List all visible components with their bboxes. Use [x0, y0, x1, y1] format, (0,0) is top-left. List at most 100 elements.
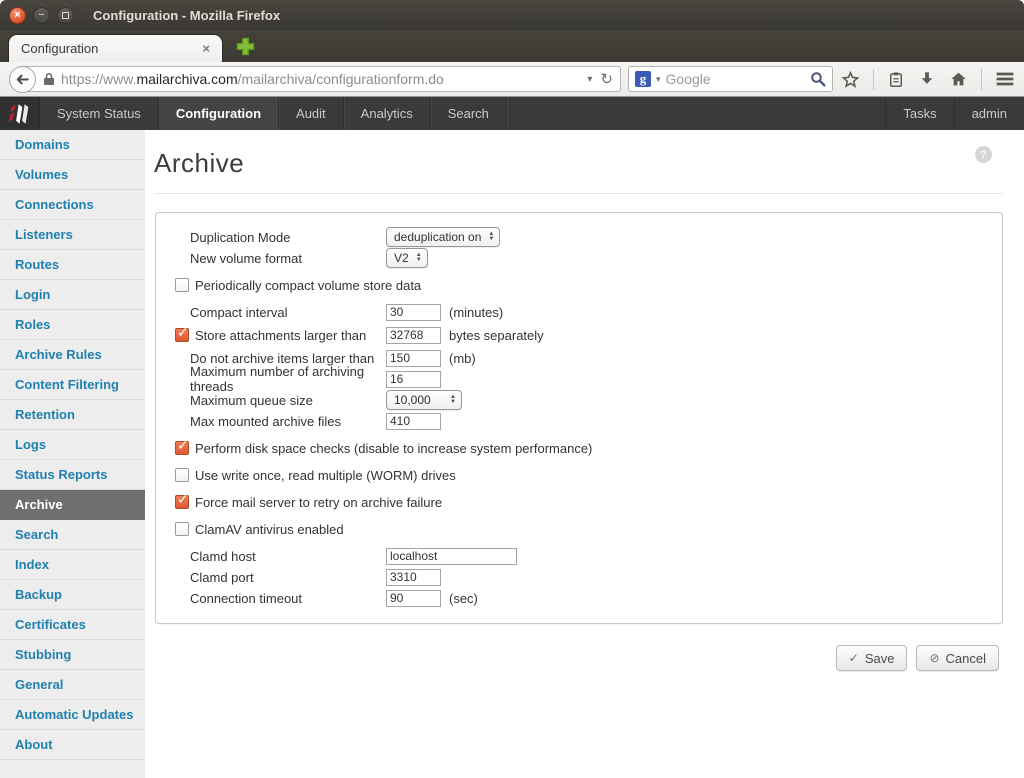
lock-icon — [44, 73, 54, 85]
max-queue-size-spinner[interactable]: 10,000 ▲ ▼ — [386, 390, 462, 410]
sidebar-item-archive[interactable]: Archive — [0, 490, 145, 520]
tab-title: Configuration — [21, 41, 99, 56]
sidebar-item-retention[interactable]: Retention — [0, 400, 145, 430]
form-actions: ✓ Save ⊘ Cancel — [154, 645, 999, 671]
sidebar-item-logs[interactable]: Logs — [0, 430, 145, 460]
nav-item-search[interactable]: Search — [431, 97, 507, 130]
toolbar-divider — [873, 68, 874, 90]
bookmarks-menu-icon[interactable] — [887, 70, 905, 89]
max-item-size-input[interactable] — [386, 349, 441, 367]
form-row-clamav-enabled: ClamAV antivirus enabled — [175, 519, 982, 539]
spin-down-icon[interactable]: ▼ — [416, 257, 422, 263]
spinner-arrows-icon[interactable]: ▲ ▼ — [416, 252, 422, 263]
url-bar[interactable]: https://www. mailarchiva.com/mailarchiva/… — [22, 66, 621, 92]
mailarchiva-logo[interactable] — [0, 97, 40, 130]
retry-on-failure-label: Force mail server to retry on archive fa… — [195, 494, 443, 510]
form-row-retry-on-failure: ✓ Force mail server to retry on archive f… — [175, 491, 982, 512]
home-icon[interactable] — [949, 70, 968, 88]
sidebar-item-domains[interactable]: Domains — [0, 130, 145, 160]
browser-toolbar: https://www. mailarchiva.com/mailarchiva/… — [0, 62, 1024, 97]
help-icon[interactable]: ? — [975, 146, 992, 163]
bookmark-star-icon[interactable] — [841, 70, 860, 89]
cancel-icon: ⊘ — [929, 651, 940, 665]
duplication-mode-value: deduplication on — [394, 230, 482, 244]
connection-timeout-input[interactable] — [386, 589, 441, 607]
sidebar-item-connections[interactable]: Connections — [0, 190, 145, 220]
compact-interval-input[interactable] — [386, 303, 441, 321]
nav-item-audit[interactable]: Audit — [279, 97, 344, 130]
save-button[interactable]: ✓ Save — [835, 645, 908, 671]
sidebar-item-volumes[interactable]: Volumes — [0, 160, 145, 190]
tab-close-icon[interactable]: × — [202, 41, 210, 56]
sidebar-item-backup[interactable]: Backup — [0, 580, 145, 610]
nav-item-configuration[interactable]: Configuration — [158, 97, 280, 130]
nav-item-admin[interactable]: admin — [953, 97, 1024, 130]
nav-item-system-status[interactable]: System Status — [40, 97, 159, 130]
tab-configuration[interactable]: Configuration × — [8, 34, 223, 62]
clamd-port-input[interactable] — [386, 568, 441, 586]
sidebar: Domains Volumes Connections Listeners Routes… — [0, 130, 145, 778]
sidebar-item-automatic-updates[interactable]: Automatic Updates — [0, 700, 145, 730]
new-volume-format-select[interactable]: V2 ▲ ▼ — [386, 248, 428, 268]
window-maximize-button[interactable] — [57, 6, 74, 24]
url-scheme: https://www. — [61, 71, 137, 87]
downloads-icon[interactable] — [918, 70, 936, 88]
app-navigation: System Status Configuration Audit Analytics… — [0, 97, 1024, 130]
sidebar-item-listeners[interactable]: Listeners — [0, 220, 145, 250]
clamd-host-input[interactable] — [386, 547, 517, 565]
sidebar-item-search[interactable]: Search — [0, 520, 145, 550]
sidebar-item-status-reports[interactable]: Status Reports — [0, 460, 145, 490]
worm-drives-checkbox[interactable] — [175, 468, 189, 482]
sidebar-item-about[interactable]: About — [0, 730, 145, 760]
window-titlebar: × − Configuration - Mozilla Firefox — [0, 0, 1024, 30]
sidebar-item-general[interactable]: General — [0, 670, 145, 700]
spin-down-icon[interactable]: ▼ — [450, 399, 456, 405]
disk-space-checks-checkbox[interactable]: ✓ — [175, 437, 189, 455]
search-engine-dropdown-icon[interactable]: ▾ — [656, 74, 661, 85]
reload-icon[interactable]: ↻ — [600, 70, 613, 88]
connection-timeout-suffix: (sec) — [449, 590, 478, 606]
spinner-arrows-icon[interactable]: ▲ ▼ — [450, 394, 456, 405]
sidebar-item-certificates[interactable]: Certificates — [0, 610, 145, 640]
max-mounted-archive-files-label: Max mounted archive files — [190, 413, 342, 429]
sidebar-item-stubbing[interactable]: Stubbing — [0, 640, 145, 670]
sidebar-item-routes[interactable]: Routes — [0, 250, 145, 280]
sidebar-item-archive-rules[interactable]: Archive Rules — [0, 340, 145, 370]
retry-on-failure-checkbox[interactable]: ✓ — [175, 491, 189, 509]
new-volume-format-value: V2 — [394, 251, 409, 265]
clamav-enabled-label: ClamAV antivirus enabled — [195, 521, 344, 537]
menu-hamburger-icon[interactable] — [995, 71, 1015, 87]
store-attachments-larger-checkbox[interactable]: ✓ — [175, 324, 189, 342]
sidebar-item-roles[interactable]: Roles — [0, 310, 145, 340]
spinner-arrows-icon[interactable]: ▲ ▼ — [488, 231, 494, 242]
cancel-button[interactable]: ⊘ Cancel — [916, 645, 999, 671]
form-row-disk-space-checks: ✓ Perform disk space checks (disable to i… — [175, 437, 982, 458]
back-button[interactable] — [9, 65, 36, 93]
search-bar[interactable]: g ▾ Google — [628, 66, 833, 92]
window-minimize-button[interactable]: − — [33, 6, 50, 24]
max-mounted-archive-files-input[interactable] — [386, 412, 441, 430]
url-dropdown-icon[interactable]: ▾ — [587, 74, 592, 85]
toolbar-divider — [981, 68, 982, 90]
spin-down-icon[interactable]: ▼ — [488, 236, 494, 242]
search-input[interactable]: Google — [666, 71, 805, 87]
maximize-icon — [62, 11, 69, 19]
sidebar-item-content-filtering[interactable]: Content Filtering — [0, 370, 145, 400]
back-arrow-icon — [16, 74, 29, 84]
nav-item-tasks[interactable]: Tasks — [885, 97, 953, 130]
store-attachments-larger-input[interactable] — [386, 326, 441, 344]
duplication-mode-select[interactable]: deduplication on ▲ ▼ — [386, 227, 501, 247]
form-row-clamd-port: Clamd port — [175, 567, 982, 587]
max-archiving-threads-input[interactable] — [386, 370, 441, 388]
sidebar-item-login[interactable]: Login — [0, 280, 145, 310]
google-logo-icon[interactable]: g — [635, 71, 651, 87]
nav-item-analytics[interactable]: Analytics — [344, 97, 431, 130]
sidebar-item-index[interactable]: Index — [0, 550, 145, 580]
search-magnifier-icon[interactable] — [810, 71, 826, 87]
connection-timeout-label: Connection timeout — [190, 590, 303, 606]
compact-volume-store-checkbox[interactable] — [175, 278, 189, 292]
new-tab-button[interactable] — [235, 36, 256, 57]
clamav-enabled-checkbox[interactable] — [175, 522, 189, 536]
window-close-button[interactable]: × — [9, 6, 26, 24]
